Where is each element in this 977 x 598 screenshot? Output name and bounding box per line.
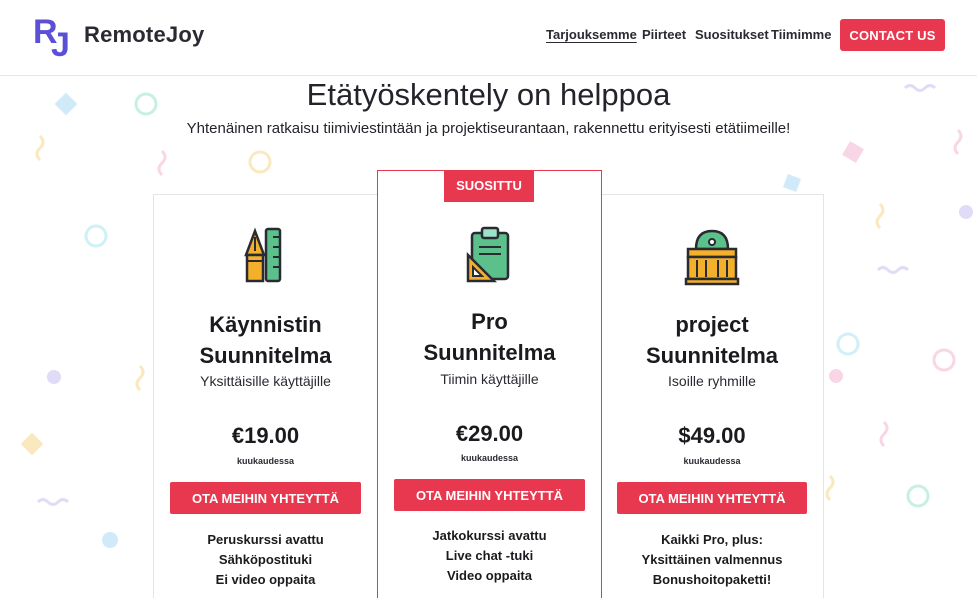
pricing-card-starter: Käynnistin Suunnitelma Yksittäisille käy… [153, 194, 378, 598]
feature-item: Sähköpostituki [218, 552, 313, 567]
pen-ruler-icon [243, 227, 281, 283]
feature-item: Kaikki Pro, plus: [661, 532, 763, 547]
feature-list: Kaikki Pro, plus: Yksittäinen valmennus … [601, 530, 823, 590]
plan-title-line1: Käynnistin [209, 312, 322, 337]
plan-title: Pro Suunnitelma [378, 306, 601, 368]
plan-period: kuukaudessa [236, 456, 295, 466]
plan-title: Käynnistin Suunnitelma [154, 309, 377, 371]
feature-list: Peruskurssi avattu Sähköpostituki Ei vid… [154, 530, 377, 590]
feature-item: Bonushoitopaketti! [652, 572, 772, 587]
feature-item: Live chat -tuki [445, 548, 534, 563]
building-icon [684, 229, 740, 286]
nav-link-offers[interactable]: Tarjouksemme [546, 27, 637, 42]
contact-button[interactable]: OTA MEIHIN YHTEYTTÄ [394, 479, 585, 511]
plan-title-line2: Suunnitelma [423, 340, 556, 365]
plan-period: kuukaudessa [683, 456, 741, 466]
plan-price: €29.00 [455, 421, 524, 446]
plan-title-line1: project [675, 312, 749, 337]
plan-price: $49.00 [678, 423, 746, 448]
plan-subtitle: Yksittäisille käyttäjille [200, 373, 331, 389]
feature-item: Jatkokurssi avattu [432, 528, 547, 543]
feature-item: Video oppaita [447, 568, 532, 583]
hero-subtitle: Yhtenäinen ratkaisu tiimiviestintään ja … [186, 120, 791, 137]
feature-item: Ei video oppaita [215, 572, 316, 587]
contact-button[interactable]: OTA MEIHIN YHTEYTTÄ [170, 482, 361, 514]
hero-title: Etätyöskentely on helppoa [306, 77, 671, 112]
plan-subtitle: Tiimin käyttäjille [440, 371, 539, 387]
nav-link-team[interactable]: Tiimimme [771, 27, 831, 42]
svg-text:J: J [51, 26, 70, 60]
plan-title: project Suunnitelma [601, 309, 823, 371]
plan-title-line2: Suunnitelma [199, 343, 332, 368]
logo-icon[interactable]: R J [33, 10, 73, 60]
pricing-card-pro: SUOSITTU Pro Suunnitelma Tiimin käyttäji… [377, 170, 602, 598]
contact-button[interactable]: OTA MEIHIN YHTEYTTÄ [617, 482, 807, 514]
feature-list: Jatkokurssi avattu Live chat -tuki Video… [378, 526, 601, 586]
plan-subtitle: Isoille ryhmille [668, 373, 756, 389]
plan-title-line1: Pro [471, 309, 508, 334]
contact-us-button[interactable]: CONTACT US [840, 19, 945, 51]
feature-item: Yksittäinen valmennus [641, 552, 783, 567]
brand-name[interactable]: RemoteJoy [84, 22, 204, 48]
clipboard-icon [466, 226, 509, 283]
nav-link-features[interactable]: Piirteet [642, 27, 686, 42]
feature-item: Peruskurssi avattu [207, 532, 324, 547]
popular-badge: SUOSITTU [444, 170, 534, 202]
plan-period: kuukaudessa [460, 453, 519, 463]
nav-link-testimonials[interactable]: Suositukset [695, 27, 769, 42]
pricing-card-project: project Suunnitelma Isoille ryhmille $49… [600, 194, 824, 598]
site-header: R J RemoteJoy Tarjouksemme Piirteet Suos… [0, 0, 977, 76]
plan-price: €19.00 [231, 423, 300, 448]
plan-title-line2: Suunnitelma [645, 343, 778, 368]
